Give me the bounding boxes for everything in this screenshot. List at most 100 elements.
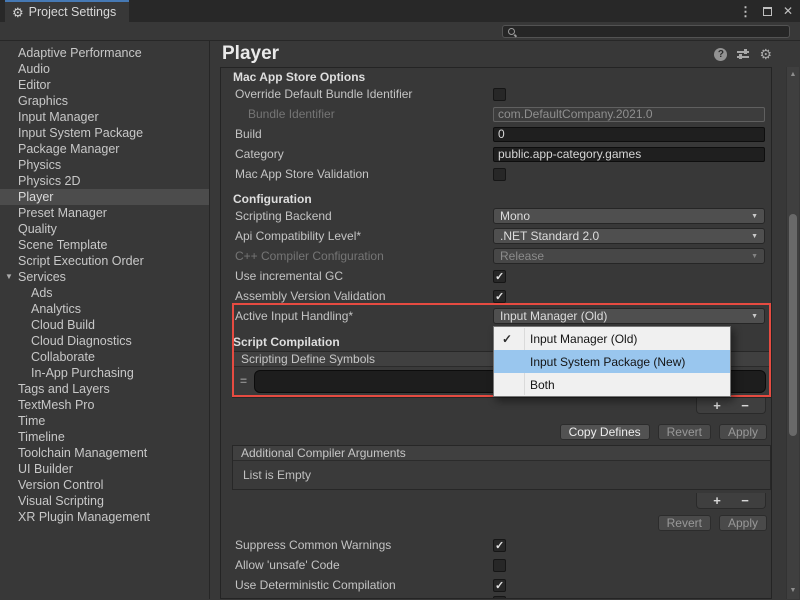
drag-handle-icon[interactable]: = [240, 374, 247, 388]
popup-item-input-system-package-new[interactable]: ✓ Input System Package (New) [494, 350, 730, 373]
suppress-common-warnings-checkbox[interactable] [493, 539, 506, 552]
incremental-gc-checkbox[interactable] [493, 270, 506, 283]
scrollbar-thumb[interactable] [789, 214, 797, 436]
use-deterministic-compilation-checkbox[interactable] [493, 579, 506, 592]
sidebar-item-cloud-diagnostics[interactable]: Cloud Diagnostics [0, 333, 209, 349]
content-header: Player ? ⚙ [210, 41, 800, 67]
sidebar-item-label: Player [18, 190, 53, 204]
sidebar-item-label: Visual Scripting [18, 494, 104, 508]
sidebar-item-visual-scripting[interactable]: Visual Scripting [0, 493, 209, 509]
search-field[interactable] [502, 25, 790, 38]
sidebar-item-time[interactable]: Time [0, 413, 209, 429]
copy-defines-button[interactable]: Copy Defines [560, 424, 650, 440]
presets-icon[interactable] [737, 49, 749, 59]
sidebar-item-label: Preset Manager [18, 206, 107, 220]
sidebar-item-collaborate[interactable]: Collaborate [0, 349, 209, 365]
sidebar-item-xr-plugin-management[interactable]: XR Plugin Management [0, 509, 209, 525]
checkmark-icon: ✓ [502, 332, 512, 346]
partial-checkbox[interactable] [493, 596, 506, 599]
sidebar-item-version-control[interactable]: Version Control [0, 477, 209, 493]
popup-item-label: Input Manager (Old) [530, 332, 637, 346]
sidebar-item-label: XR Plugin Management [18, 510, 150, 524]
build-input[interactable] [493, 127, 765, 142]
setting-label: C++ Compiler Configuration [235, 249, 493, 263]
override-bundle-identifier-checkbox[interactable] [493, 88, 506, 101]
sidebar-item-script-execution-order[interactable]: Script Execution Order [0, 253, 209, 269]
sidebar-item-timeline[interactable]: Timeline [0, 429, 209, 445]
sidebar-item-quality[interactable]: Quality [0, 221, 209, 237]
sidebar-item-textmesh-pro[interactable]: TextMesh Pro [0, 397, 209, 413]
mac-app-store-validation-checkbox[interactable] [493, 168, 506, 181]
sidebar-item-services[interactable]: ▼ Services [0, 269, 209, 285]
search-icon [507, 27, 517, 37]
setting-label: Category [235, 147, 493, 161]
chevron-down-icon: ▼ [751, 253, 758, 260]
active-input-handling-popup: ✓ Input Manager (Old) ✓ Input System Pac… [493, 326, 731, 397]
scroll-down-icon[interactable]: ▼ [787, 585, 799, 597]
popup-item-input-manager-old[interactable]: ✓ Input Manager (Old) [494, 327, 730, 350]
category-input[interactable] [493, 147, 765, 162]
sidebar-item-label: Editor [18, 78, 51, 92]
add-item-button[interactable]: + [703, 494, 731, 507]
sidebar-item-input-system-package[interactable]: Input System Package [0, 125, 209, 141]
compiler-arguments-buttons: Revert Apply [221, 515, 767, 532]
row-allow-unsafe-code: Allow 'unsafe' Code [221, 555, 771, 575]
remove-item-button[interactable]: − [731, 399, 759, 412]
setting-label: Active Input Handling* [235, 309, 493, 323]
sidebar-item-preset-manager[interactable]: Preset Manager [0, 205, 209, 221]
revert-button[interactable]: Revert [658, 424, 711, 440]
sidebar-item-label: Graphics [18, 94, 68, 108]
window-menu-icon[interactable]: ⋮ [739, 5, 752, 18]
row-suppress-common-warnings: Suppress Common Warnings [221, 535, 771, 555]
sidebar-item-tags-and-layers[interactable]: Tags and Layers [0, 381, 209, 397]
sidebar-item-cloud-build[interactable]: Cloud Build [0, 317, 209, 333]
remove-item-button[interactable]: − [731, 494, 759, 507]
apply-button[interactable]: Apply [719, 424, 767, 440]
sidebar-item-label: Package Manager [18, 142, 119, 156]
allow-unsafe-code-checkbox[interactable] [493, 559, 506, 572]
sidebar-item-package-manager[interactable]: Package Manager [0, 141, 209, 157]
add-item-button[interactable]: + [703, 399, 731, 412]
maximize-icon[interactable] [763, 7, 772, 16]
section-configuration: Configuration [221, 192, 771, 206]
sidebar-item-label: TextMesh Pro [18, 398, 94, 412]
sidebar-item-analytics[interactable]: Analytics [0, 301, 209, 317]
assembly-version-validation-checkbox[interactable] [493, 290, 506, 303]
api-compatibility-dropdown[interactable]: .NET Standard 2.0 ▼ [493, 228, 765, 244]
sidebar-item-scene-template[interactable]: Scene Template [0, 237, 209, 253]
popup-item-both[interactable]: ✓ Both [494, 373, 730, 396]
sidebar-item-player[interactable]: Player [0, 189, 209, 205]
project-settings-gear-icon: ⚙ [12, 6, 24, 19]
sidebar-item-graphics[interactable]: Graphics [0, 93, 209, 109]
tab-project-settings[interactable]: ⚙ Project Settings [5, 0, 129, 22]
sidebar-item-toolchain-management[interactable]: Toolchain Management [0, 445, 209, 461]
sidebar-item-physics-2d[interactable]: Physics 2D [0, 173, 209, 189]
foldout-arrow-icon[interactable]: ▼ [5, 269, 13, 285]
sidebar-item-editor[interactable]: Editor [0, 77, 209, 93]
close-icon[interactable]: ✕ [783, 5, 793, 17]
sidebar-item-in-app-purchasing[interactable]: In-App Purchasing [0, 365, 209, 381]
vertical-scrollbar[interactable]: ▲ ▼ [786, 67, 799, 599]
sidebar-item-label: Services [18, 270, 66, 284]
settings-gear-icon[interactable]: ⚙ [759, 47, 772, 61]
toolbar [0, 22, 800, 41]
dropdown-value: Mono [500, 209, 530, 223]
chevron-down-icon: ▼ [751, 313, 758, 320]
title-bar: ⚙ Project Settings ⋮ ✕ [0, 0, 800, 22]
sidebar-item-adaptive-performance[interactable]: Adaptive Performance [0, 45, 209, 61]
scroll-up-icon[interactable]: ▲ [787, 69, 799, 81]
active-input-handling-dropdown[interactable]: Input Manager (Old) ▼ [493, 308, 765, 324]
scripting-backend-dropdown[interactable]: Mono ▼ [493, 208, 765, 224]
sidebar-item-ui-builder[interactable]: UI Builder [0, 461, 209, 477]
sidebar-item-label: Scene Template [18, 238, 107, 252]
revert-button[interactable]: Revert [658, 515, 711, 531]
header-icons: ? ⚙ [714, 47, 772, 61]
sidebar-item-input-manager[interactable]: Input Manager [0, 109, 209, 125]
help-icon[interactable]: ? [714, 48, 727, 61]
apply-button[interactable]: Apply [719, 515, 767, 531]
sidebar-item-ads[interactable]: Ads [0, 285, 209, 301]
sidebar-item-physics[interactable]: Physics [0, 157, 209, 173]
sidebar-item-label: Quality [18, 222, 57, 236]
search-input[interactable] [517, 26, 789, 37]
sidebar-item-audio[interactable]: Audio [0, 61, 209, 77]
